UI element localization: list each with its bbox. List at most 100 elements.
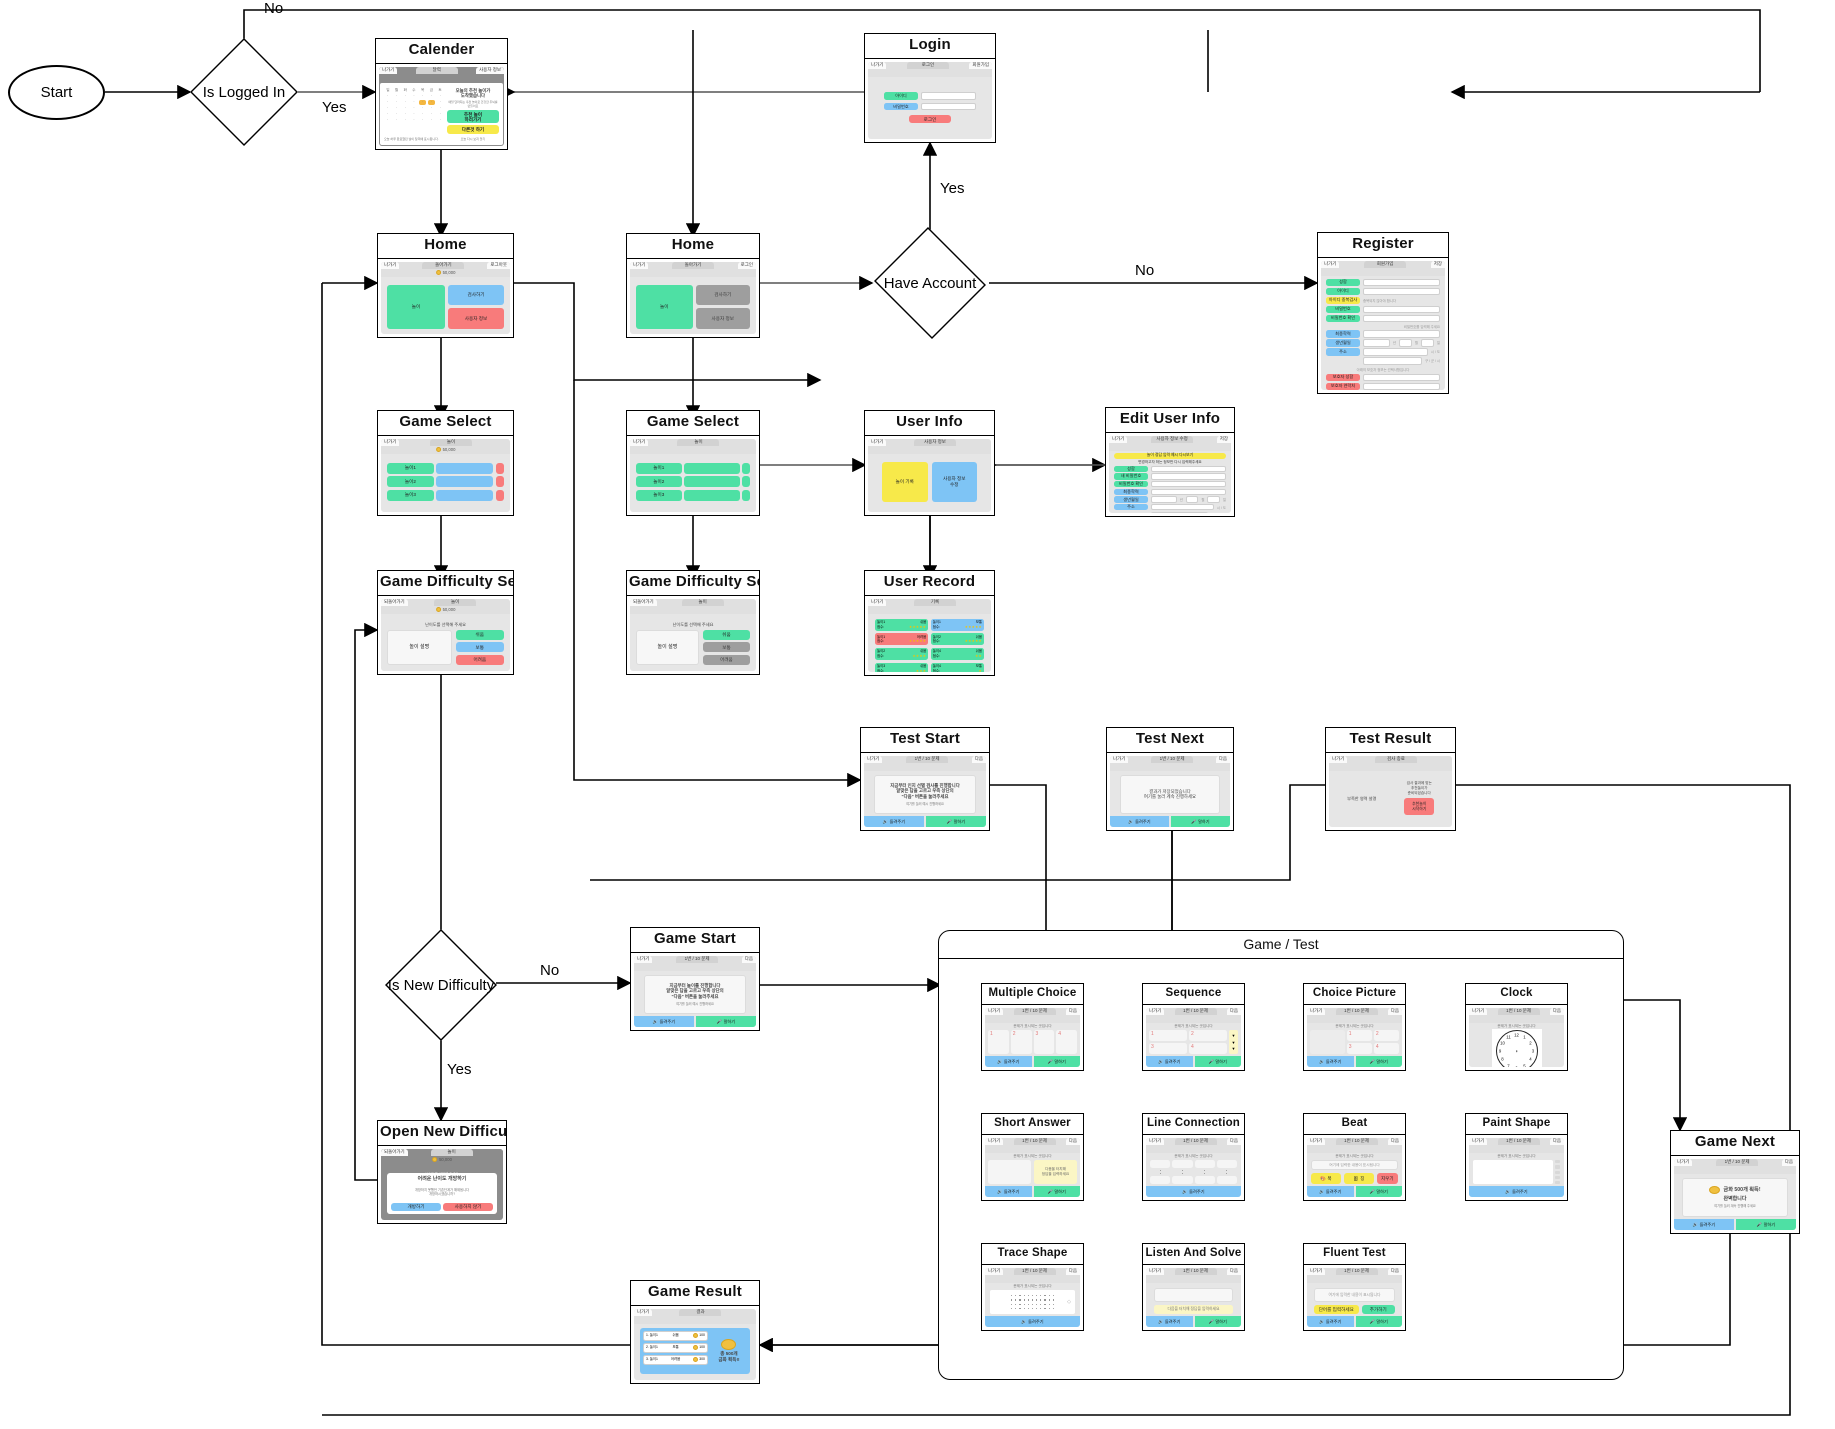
screen-game-difficulty-logged[interactable]: Game Difficulty Select 되돌아가기 놀이 - 50,000…: [377, 570, 514, 675]
other-play-button[interactable]: 다른것 하기: [446, 125, 499, 135]
game-progress[interactable]: [436, 476, 494, 487]
tab-exit[interactable]: 나가기: [985, 1007, 1004, 1016]
tab-save[interactable]: 저장: [1430, 260, 1445, 268]
example-banner[interactable]: 놀이 정답 입력 예시 다시보기: [1114, 452, 1226, 459]
guardian-input[interactable]: [1363, 373, 1440, 381]
password-input[interactable]: [921, 102, 976, 111]
answer-input-panel[interactable]: 다음을 터치해 정답을 입력하세요: [1034, 1160, 1077, 1184]
tab-exit[interactable]: 나가기: [868, 61, 887, 69]
game-progress[interactable]: [684, 462, 740, 474]
connect-node[interactable]: [1150, 1176, 1171, 1184]
user-info-button[interactable]: 사용자 정보: [448, 308, 504, 329]
instruction-panel[interactable]: 결과가 저장되었습니다 여기를 눌러 계속 진행하세요: [1120, 774, 1220, 814]
listen-button[interactable]: 🔊 들려주기: [1307, 1056, 1354, 1067]
listen-button[interactable]: 🔊 들려주기: [985, 1186, 1032, 1197]
connect-dot[interactable]: [1226, 1173, 1228, 1175]
game-row[interactable]: 놀이3: [636, 489, 750, 501]
birth-year-input[interactable]: [1151, 496, 1177, 503]
sequence-slot[interactable]: 3: [1149, 1043, 1187, 1054]
choice-option[interactable]: 4: [1056, 1030, 1077, 1054]
screen-game-start[interactable]: Game Start 나가기 1번 / 10 문제 다음 지금부터 놀이를 진행…: [630, 927, 760, 1031]
record-item[interactable]: 놀이3 쉬움 점수: ★★★: [875, 662, 929, 672]
tab-exit[interactable]: 나가기: [1146, 1267, 1165, 1276]
field-input[interactable]: [1151, 465, 1226, 473]
speak-button[interactable]: 🎤 말하기: [1355, 1056, 1402, 1067]
play-button[interactable]: 놀이: [636, 284, 693, 329]
tab-userinfo[interactable]: 사용자 정보: [476, 66, 504, 74]
listen-button[interactable]: 🔊 들려주기: [985, 1056, 1032, 1067]
add-word-button[interactable]: 추가하기: [1361, 1305, 1395, 1314]
tab-register[interactable]: 회원가입: [969, 61, 992, 69]
tab-back[interactable]: 되돌아가기: [381, 598, 408, 606]
tab-next[interactable]: 다음: [741, 955, 756, 963]
screen-clock[interactable]: Clock 나가기 1번 / 10 문제 다음 문제가 표시되는 곳입니다 12…: [1465, 983, 1568, 1071]
screen-beat[interactable]: Beat 나가기 1번 / 10 문제 다음 문제가 표시되는 곳입니다 여기에…: [1303, 1113, 1406, 1201]
screen-sequence[interactable]: Sequence 나가기 1번 / 10 문제 다음 문제가 표시되는 곳입니다…: [1142, 983, 1245, 1071]
field-input[interactable]: [1151, 488, 1226, 496]
screen-choice-picture[interactable]: Choice Picture 나가기 1번 / 10 문제 다음 문제가 표시되…: [1303, 983, 1406, 1071]
login-submit-button[interactable]: 로그인: [909, 115, 951, 124]
speak-button[interactable]: 🎤 말하기: [1033, 1056, 1080, 1067]
game-name[interactable]: 놀이1: [636, 462, 682, 474]
tab-exit[interactable]: 나가기: [1329, 755, 1348, 763]
tab-exit[interactable]: 나가기: [1110, 755, 1129, 763]
choice-option[interactable]: 1: [988, 1030, 1009, 1054]
address-input-2[interactable]: [1363, 357, 1422, 365]
tab-next[interactable]: 다음: [1226, 1267, 1241, 1276]
screen-home-logged[interactable]: Home 나가기 돌아가기 로그아웃 50,000 놀이 검사하기 사용자 정보: [377, 233, 514, 338]
tab-exit[interactable]: 나가기: [985, 1267, 1004, 1276]
screen-fluent-test[interactable]: Fluent Test 나가기 1번 / 10 문제 다음 여기에 입력한 내용…: [1303, 1243, 1406, 1331]
record-item[interactable]: 놀이4 쉬움 점수: ★★: [930, 647, 984, 661]
connect-node[interactable]: [1216, 1176, 1237, 1184]
tab-exit[interactable]: 나가기: [381, 438, 400, 446]
sequence-slot[interactable]: 2: [1189, 1030, 1227, 1042]
connect-node[interactable]: [1150, 1160, 1171, 1168]
paint-canvas[interactable]: [1473, 1160, 1553, 1184]
connect-node[interactable]: [1216, 1160, 1237, 1168]
palette-swatch[interactable]: [1555, 1165, 1560, 1169]
screen-listen-and-solve[interactable]: Listen And Solve 나가기 1번 / 10 문제 다음 다음을 터…: [1142, 1243, 1245, 1331]
game-progress[interactable]: [684, 476, 740, 487]
record-item[interactable]: 놀이2 쉬움 점수: ★★★★: [875, 647, 929, 661]
tab-exit[interactable]: 나가기: [634, 1308, 653, 1316]
word-input-button[interactable]: 단어를 입력하세요: [1314, 1305, 1359, 1314]
screen-register[interactable]: Register 나가기 회원가입 저장 성함 아이디 아이디 중복검사 중복되…: [1317, 232, 1449, 394]
difficulty-easy-button[interactable]: 쉬움: [455, 629, 504, 640]
field-input[interactable]: [1151, 480, 1226, 488]
picture-option[interactable]: 1: [1346, 1030, 1372, 1042]
game-name[interactable]: 놀이3: [387, 489, 434, 501]
listen-button[interactable]: 🔊 들려주기: [1469, 1186, 1564, 1197]
listen-button[interactable]: 🔊 들려주기: [1146, 1056, 1193, 1067]
guardian-input[interactable]: [1363, 382, 1440, 390]
tab-exit[interactable]: 나가기: [868, 598, 887, 606]
play-record-button[interactable]: 놀이 기록: [882, 461, 928, 502]
listen-button[interactable]: 🔊 들려주기: [1307, 1186, 1354, 1197]
game-row[interactable]: 놀이2: [636, 476, 750, 487]
tab-exit[interactable]: 나가기: [1146, 1007, 1165, 1016]
screen-line-connection[interactable]: Line Connection 나가기 1번 / 10 문제 다음 문제가 표시…: [1142, 1113, 1245, 1201]
tab-exit[interactable]: 나가기: [381, 261, 400, 269]
gong-button[interactable]: 🎚 징: [1343, 1173, 1374, 1184]
connect-node[interactable]: [1172, 1176, 1193, 1184]
tab-exit[interactable]: 나가기: [1307, 1007, 1326, 1016]
game-lock[interactable]: [742, 476, 750, 487]
connect-dot[interactable]: [1181, 1169, 1183, 1172]
screen-paint-shape[interactable]: Paint Shape 나가기 1번 / 10 문제 다음 문제가 표시되는 곳…: [1465, 1113, 1568, 1201]
recommend-play-button[interactable]: 추천 놀이 하러가기: [446, 110, 499, 124]
chevron-down-icon[interactable]: ▼: [1232, 1040, 1236, 1045]
game-row[interactable]: 놀이1: [387, 462, 504, 474]
difficulty-easy-button[interactable]: 쉬움: [702, 629, 750, 640]
tab-exit[interactable]: 나가기: [1307, 1267, 1326, 1276]
game-lock[interactable]: [495, 476, 504, 487]
listen-button[interactable]: 🔊 들려주기: [1146, 1316, 1193, 1327]
speak-button[interactable]: 🎤 말하기: [1194, 1316, 1241, 1327]
tab-next[interactable]: 다음: [1781, 1158, 1796, 1166]
screen-game-select-logged[interactable]: Game Select 나가기 놀이 - 50,000 놀이1: [377, 410, 514, 516]
tab-next[interactable]: 다음: [1226, 1137, 1241, 1146]
connect-dot[interactable]: [1159, 1169, 1161, 1172]
tab-next[interactable]: 다음: [1387, 1137, 1402, 1146]
palette-swatch[interactable]: [1555, 1180, 1560, 1185]
difficulty-hard-button[interactable]: 어려움: [455, 654, 504, 665]
tab-next[interactable]: 다음: [1387, 1007, 1402, 1016]
id-input[interactable]: [921, 92, 976, 100]
